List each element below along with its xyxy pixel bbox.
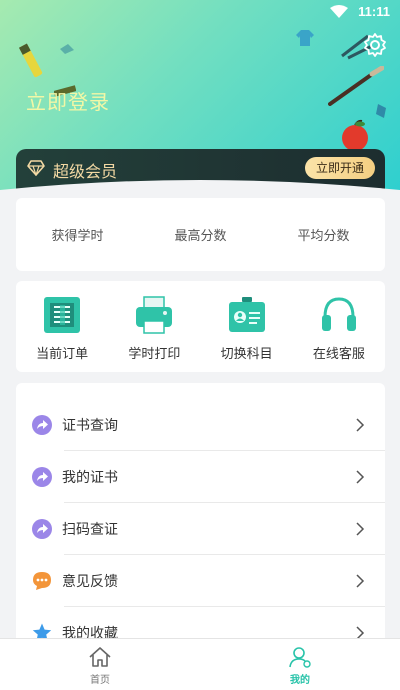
tool-label: 切换科目: [220, 347, 273, 362]
chevron-right-icon: [356, 574, 365, 588]
wifi-icon: [330, 5, 348, 18]
home-icon: [89, 647, 111, 667]
stat-label: 最高分数: [174, 229, 227, 244]
crayon-decoration-icon: [18, 43, 43, 78]
menu-label: 我的证书: [62, 470, 118, 486]
share-arrow-icon: [32, 467, 52, 487]
menu-item-scan-verify[interactable]: 扫码查证: [16, 503, 385, 555]
stat-highest-score: 最高分数: [139, 198, 262, 271]
tab-home[interactable]: 首页: [0, 639, 200, 690]
user-icon: [289, 647, 311, 668]
paper-decoration-icon: [60, 44, 74, 54]
shirt-decoration-icon: [296, 30, 314, 46]
menu-item-certificate-query[interactable]: 证书查询: [16, 399, 385, 451]
stat-label: 平均分数: [297, 229, 350, 244]
stat-average-score: 平均分数: [262, 198, 385, 271]
share-arrow-icon: [32, 415, 52, 435]
stats-card: 获得学时 最高分数 平均分数: [16, 198, 385, 271]
header-curve: [0, 180, 400, 200]
id-card-icon: [228, 297, 265, 332]
tab-label: 我的: [290, 675, 310, 686]
menu-item-my-certificates[interactable]: 我的证书: [16, 451, 385, 503]
chevron-right-icon: [356, 522, 365, 536]
status-bar: 11:11: [0, 0, 400, 24]
chat-bubble-icon: [33, 572, 51, 590]
tool-label: 学时打印: [128, 347, 181, 362]
menu-list: 证书查询 我的证书 扫码查证 意见反馈 我的收藏: [16, 383, 385, 663]
menu-label: 扫码查证: [62, 522, 118, 538]
crayon-small-decoration-icon: [376, 104, 386, 118]
tool-label: 在线客服: [312, 347, 365, 362]
share-arrow-icon: [32, 519, 52, 539]
menu-item-feedback[interactable]: 意见反馈: [16, 555, 385, 607]
tool-hours-print[interactable]: 学时打印: [108, 281, 200, 372]
tools-card: 当前订单 学时打印 切换科目 在线客服: [16, 281, 385, 372]
bottom-tab-bar: 首页 我的: [0, 638, 400, 690]
brush-decoration-icon: [328, 66, 384, 106]
menu-label: 证书查询: [62, 418, 118, 434]
tool-switch-subject[interactable]: 切换科目: [201, 281, 293, 372]
settings-gear-icon[interactable]: [362, 32, 388, 58]
chevron-right-icon: [356, 470, 365, 484]
login-link[interactable]: 立即登录: [26, 86, 110, 115]
stat-label: 获得学时: [51, 229, 104, 244]
chevron-right-icon: [356, 418, 365, 432]
apple-decoration-icon: [342, 119, 368, 151]
tool-label: 当前订单: [36, 347, 89, 362]
tool-online-support[interactable]: 在线客服: [293, 281, 385, 372]
stat-study-hours: 获得学时: [16, 198, 139, 271]
menu-label: 意见反馈: [62, 574, 118, 590]
headset-icon: [321, 297, 356, 331]
order-icon: [44, 297, 81, 333]
tool-current-orders[interactable]: 当前订单: [16, 281, 108, 372]
printer-icon: [136, 296, 173, 334]
tab-me[interactable]: 我的: [200, 639, 400, 690]
status-time: 11:11: [358, 4, 390, 19]
tab-label: 首页: [90, 675, 110, 686]
